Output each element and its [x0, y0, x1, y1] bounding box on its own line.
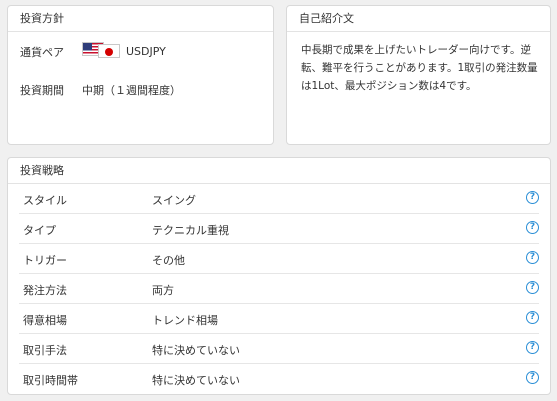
strategy-value: トレンド相場: [152, 314, 218, 327]
help-icon[interactable]: ?: [526, 311, 539, 324]
investment-period-label: 投資期間: [20, 84, 64, 97]
currency-pair-value-group: USDJPY: [82, 42, 166, 58]
currency-pair-label: 通貨ペア: [20, 46, 64, 59]
currency-pair-value: USDJPY: [126, 44, 166, 58]
strategy-label: スタイル: [23, 194, 67, 207]
strategy-row-style: スタイル スイング ?: [19, 184, 539, 214]
strategy-label: 発注方法: [23, 284, 67, 297]
strategy-row-trading-hours: 取引時間帯 特に決めていない ?: [19, 364, 539, 394]
self-introduction-card: 自己紹介文 中長期で成果を上げたいトレーダー向けです。逆転、難平を行うことがあり…: [286, 5, 551, 145]
strategy-row-order-method: 発注方法 両方 ?: [19, 274, 539, 304]
strategy-value: 特に決めていない: [152, 374, 240, 387]
strategy-row-trading-method: 取引手法 特に決めていない ?: [19, 334, 539, 364]
jp-flag-icon: [98, 44, 120, 58]
investment-period-row: 投資期間 中期（１週間程度）: [20, 82, 270, 100]
strategy-value: 両方: [152, 284, 174, 297]
strategy-value: スイング: [152, 194, 196, 207]
self-introduction-text: 中長期で成果を上げたいトレーダー向けです。逆転、難平を行うことがあります。1取引…: [301, 44, 538, 92]
self-introduction-title: 自己紹介文: [287, 6, 550, 32]
help-icon[interactable]: ?: [526, 251, 539, 264]
strategy-label: トリガー: [23, 254, 67, 267]
strategy-row-trigger: トリガー その他 ?: [19, 244, 539, 274]
investment-policy-title: 投資方針: [8, 6, 273, 32]
strategy-value: 特に決めていない: [152, 344, 240, 357]
strategy-value: その他: [152, 254, 185, 267]
help-icon[interactable]: ?: [526, 221, 539, 234]
strategy-label: タイプ: [23, 224, 56, 237]
investment-policy-card: 投資方針 通貨ペア USDJPY 投資期間 中期（１週間程度）: [7, 5, 274, 145]
help-icon[interactable]: ?: [526, 191, 539, 204]
trader-profile-page: 投資方針 通貨ペア USDJPY 投資期間 中期（１週間程度） 自己紹介文 中長…: [0, 0, 557, 401]
strategy-value: テクニカル重視: [152, 224, 229, 237]
jp-flag-sun: [105, 47, 113, 56]
help-icon[interactable]: ?: [526, 371, 539, 384]
investment-strategy-title: 投資戦略: [8, 158, 550, 184]
strategy-label: 取引手法: [23, 344, 67, 357]
investment-period-value: 中期（１週間程度）: [82, 84, 181, 97]
strategy-label: 得意相場: [23, 314, 67, 327]
currency-flags: [82, 42, 122, 58]
strategy-label: 取引時間帯: [23, 374, 78, 387]
help-icon[interactable]: ?: [526, 281, 539, 294]
strategy-row-market: 得意相場 トレンド相場 ?: [19, 304, 539, 334]
investment-strategy-card: 投資戦略 スタイル スイング ? タイプ テクニカル重視 ? トリガー その他 …: [7, 157, 551, 395]
help-icon[interactable]: ?: [526, 341, 539, 354]
strategy-row-type: タイプ テクニカル重視 ?: [19, 214, 539, 244]
currency-pair-row: 通貨ペア USDJPY: [20, 42, 270, 62]
